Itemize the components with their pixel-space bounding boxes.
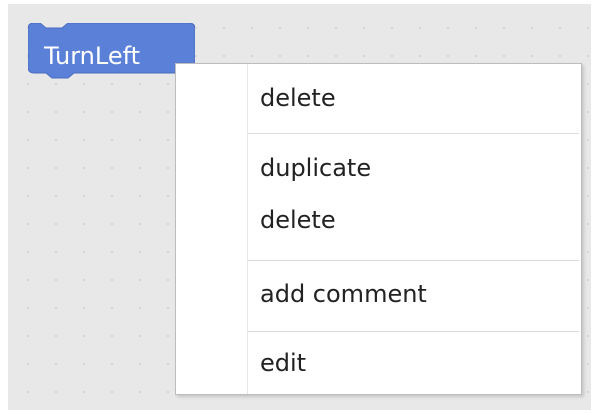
menu-item-edit[interactable]: edit: [177, 341, 580, 385]
context-menu: delete duplicate delete add comment edit: [175, 63, 582, 395]
menu-item-label: add comment: [260, 280, 427, 308]
menu-item-label: delete: [260, 206, 336, 234]
menu-item-label: duplicate: [260, 154, 372, 182]
block-label: TurnLeft: [44, 42, 141, 70]
menu-separator: [248, 260, 579, 261]
turnleft-block[interactable]: TurnLeft: [28, 23, 195, 91]
menu-item-delete[interactable]: delete: [177, 76, 580, 120]
menu-separator: [248, 133, 579, 134]
block-workspace[interactable]: TurnLeft delete duplicate delete add com…: [8, 4, 591, 410]
menu-item-delete[interactable]: delete: [177, 198, 580, 242]
menu-separator: [248, 331, 579, 332]
menu-item-add-comment[interactable]: add comment: [177, 272, 580, 316]
menu-item-label: edit: [260, 349, 307, 377]
menu-item-duplicate[interactable]: duplicate: [177, 146, 580, 190]
menu-item-label: delete: [260, 84, 336, 112]
